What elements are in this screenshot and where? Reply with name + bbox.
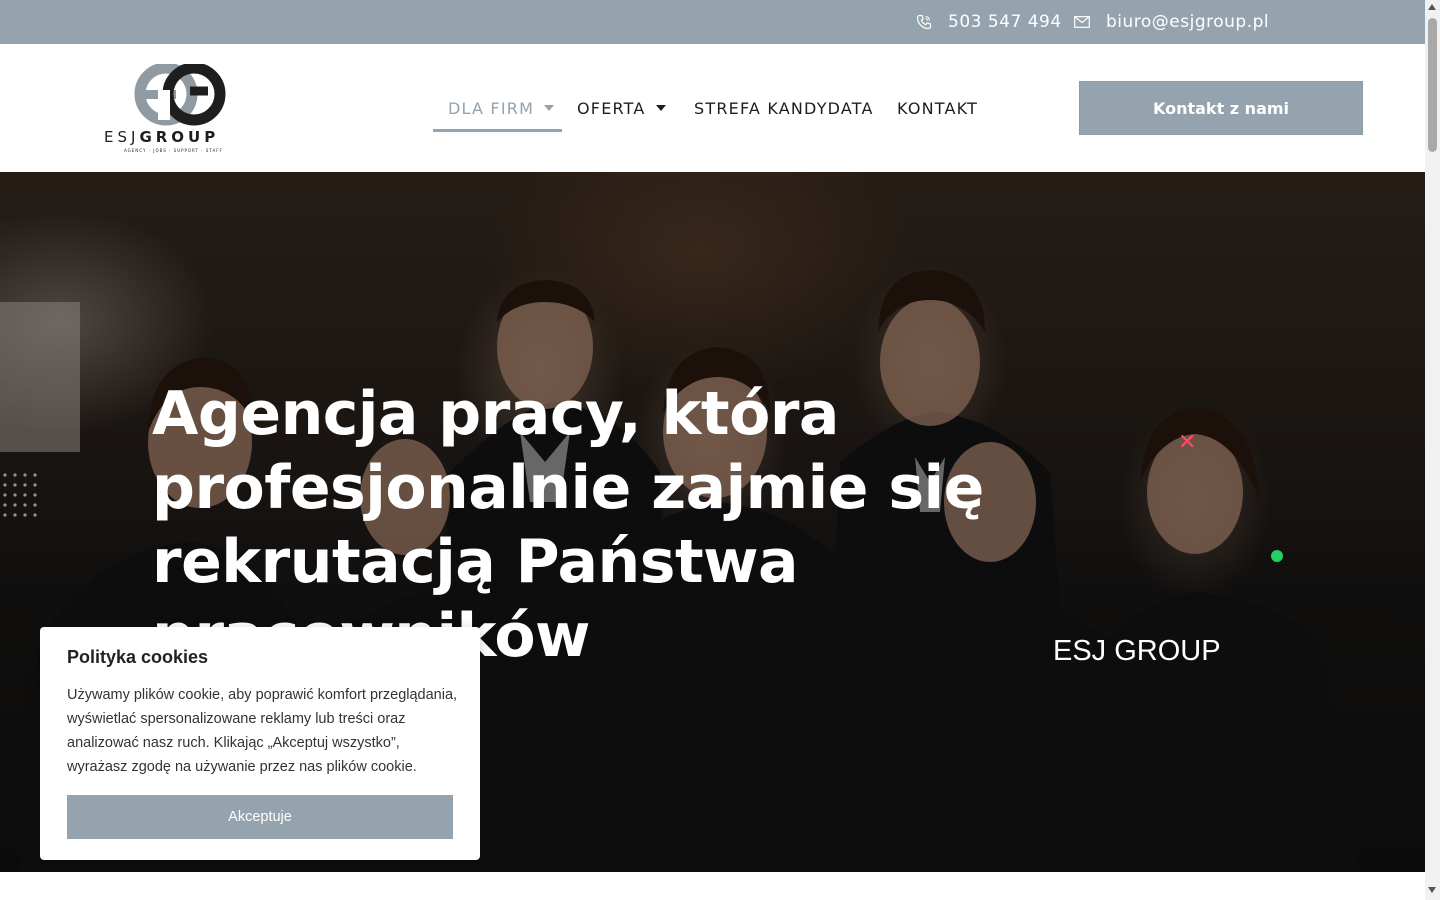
email-address: biuro@esjgroup.pl [1106, 12, 1270, 32]
top-contact-bar: 503 547 494 biuro@esjgroup.pl [0, 0, 1425, 44]
chevron-down-icon [544, 105, 555, 111]
esj-group-logo[interactable]: ESJGROUP AGENCY · JOBS · SUPPORT · STAFF [104, 64, 254, 156]
chevron-down-icon [655, 105, 666, 111]
hero-subtitle: ESJ GROUP [1053, 635, 1221, 667]
envelope-icon [1074, 16, 1090, 28]
nav-item-label: KONTAKT [897, 98, 979, 118]
esj-logo-mark-icon [134, 64, 226, 126]
decorative-dots-pattern [3, 473, 37, 517]
phone-icon [916, 14, 932, 30]
close-icon[interactable]: ✕ [1178, 432, 1196, 454]
cookie-text: Używamy plików cookie, aby poprawić komf… [67, 687, 458, 775]
nav-item-label: DLA FIRM [448, 98, 535, 118]
nav-item-dla-firm[interactable]: DLA FIRM [448, 44, 555, 172]
accept-cookies-button[interactable]: Akceptuje [67, 795, 453, 839]
phone-number: 503 547 494 [948, 12, 1062, 32]
nav-item-kontakt[interactable]: KONTAKT [897, 44, 978, 172]
scrollbar-thumb[interactable] [1428, 18, 1437, 152]
vertical-scrollbar[interactable] [1425, 0, 1440, 900]
nav-item-label: STREFA KANDYDATA [694, 98, 874, 118]
nav-item-oferta[interactable]: OFERTA [577, 44, 666, 172]
scroll-down-arrow-icon[interactable] [1428, 887, 1436, 893]
email-link[interactable]: biuro@esjgroup.pl [1074, 0, 1269, 44]
phone-link[interactable]: 503 547 494 [916, 0, 1062, 44]
scroll-up-arrow-icon[interactable] [1428, 4, 1436, 10]
logo-wordmark: ESJGROUP [104, 128, 220, 146]
logo-tagline: AGENCY · JOBS · SUPPORT · STAFF [124, 148, 223, 153]
nav-item-label: OFERTA [577, 98, 646, 118]
status-dot [1271, 550, 1283, 562]
cookie-title: Polityka cookies [67, 647, 209, 667]
site-header: ESJGROUP AGENCY · JOBS · SUPPORT · STAFF… [0, 44, 1425, 172]
nav-active-underline [433, 129, 562, 132]
nav-item-strefa-kandydata[interactable]: STREFA KANDYDATA [694, 44, 874, 172]
contact-us-button[interactable]: Kontakt z nami [1079, 81, 1363, 135]
cookie-consent-dialog: Polityka cookies Używamy plików cookie, … [40, 627, 480, 860]
